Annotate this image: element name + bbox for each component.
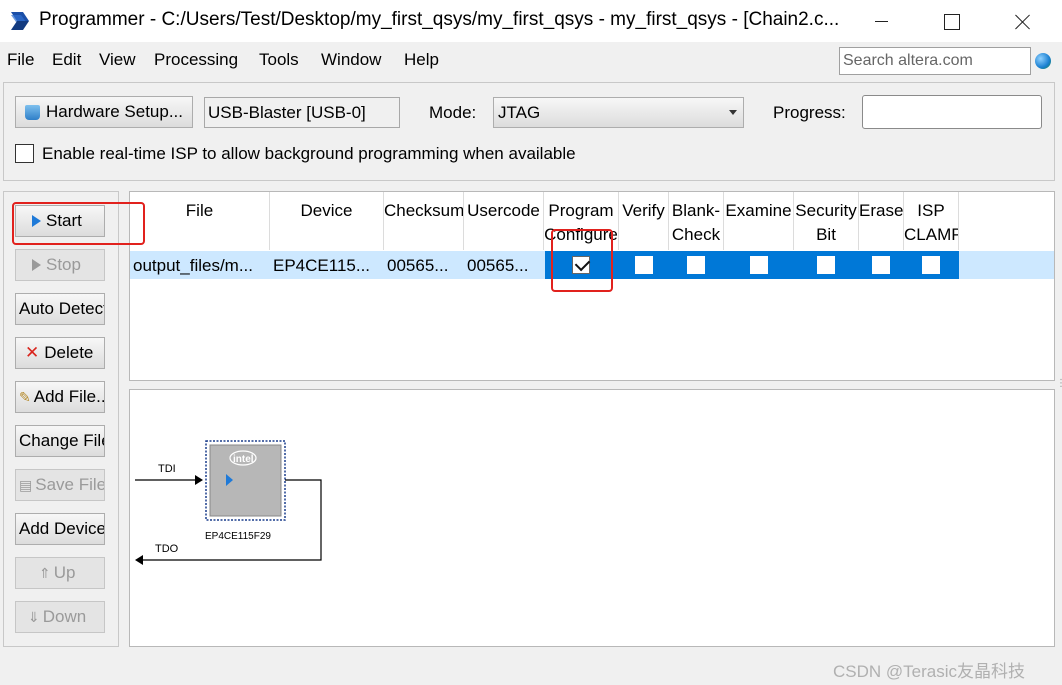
up-button[interactable]: ⇑ Up [15,557,105,589]
change-file-label: Change File... [19,431,104,450]
change-file-button[interactable]: Change File... [15,425,105,457]
globe-icon[interactable] [1035,53,1051,69]
examine-checkbox[interactable] [750,256,768,274]
intel-logo-text: intel [233,454,254,465]
watermark: CSDN @Terasic友晶科技 [833,662,1025,681]
isp-clamp-checkbox[interactable] [922,256,940,274]
hardware-field: USB-Blaster [USB-0] [204,97,400,128]
resize-grip-icon[interactable]: ⋮ [1056,378,1062,389]
save-file-button[interactable]: ▤ Save File [15,469,105,501]
annotation-highlight-start [12,202,145,245]
quartus-programmer-icon [11,12,29,30]
menu-processing[interactable]: Processing [154,50,238,70]
stop-button[interactable]: Stop [15,249,105,281]
erase-checkbox[interactable] [872,256,890,274]
column-blank-check[interactable]: Blank- Check [669,192,724,250]
column-file[interactable]: File [130,192,270,250]
blank-check-checkbox[interactable] [687,256,705,274]
search-input[interactable]: Search altera.com [839,47,1031,75]
verify-checkbox[interactable] [635,256,653,274]
save-file-label: Save File [35,475,105,494]
jtag-chain-diagram: TDI intel EP4CE115F29 TDO [135,440,322,565]
chevron-down-icon [729,110,737,115]
column-security-bit[interactable]: Security Bit [794,192,859,250]
progress-bar [862,95,1042,129]
minimize-button[interactable] [858,6,904,36]
down-label: Down [42,607,87,626]
column-isp-clamp[interactable]: ISP CLAMP [904,192,959,250]
auto-detect-button[interactable]: Auto Detect [15,293,105,325]
isp-checkbox[interactable] [15,144,34,163]
add-file-button[interactable]: ✎ Add File... [15,381,105,413]
progress-label: Progress: [773,103,846,122]
hardware-setup-label: Hardware Setup... [45,102,183,121]
column-erase[interactable]: Erase [859,192,904,250]
column-program-line1: Program [548,201,614,220]
delete-button[interactable]: ✕ Delete [15,337,105,369]
menu-edit[interactable]: Edit [52,50,81,70]
tdi-label: TDI [158,463,176,475]
window-title: Programmer - C:/Users/Test/Desktop/my_fi… [39,9,840,30]
down-button[interactable]: ⇓ Down [15,601,105,633]
title-bar: Programmer - C:/Users/Test/Desktop/my_fi… [0,0,1062,42]
close-button[interactable] [999,6,1045,36]
add-device-label: Add Device... [19,519,105,538]
menu-file[interactable]: File [7,50,34,70]
tdo-arrow-icon [135,555,143,565]
column-usercode[interactable]: Usercode [464,192,544,250]
column-examine[interactable]: Examine [724,192,794,250]
tdi-arrow-icon [195,475,203,485]
column-device[interactable]: Device [270,192,384,250]
isp-label: Enable real-time ISP to allow background… [42,144,576,163]
delete-icon: ✕ [25,343,40,362]
stop-icon [32,259,41,271]
cell-usercode[interactable]: 00565... [467,256,542,276]
column-security-line2: Bit [816,225,836,244]
add-device-button[interactable]: Add Device... [15,513,105,545]
hardware-icon [24,104,40,120]
menu-tools[interactable]: Tools [259,50,299,70]
arrow-down-icon: ⇓ [28,608,40,625]
maximize-button[interactable] [929,6,975,36]
up-label: Up [53,563,76,582]
mode-value: JTAG [498,103,541,122]
column-blank-line1: Blank- [671,201,721,220]
menu-view[interactable]: View [99,50,136,70]
cell-file[interactable]: output_files/m... [133,256,269,276]
annotation-highlight-program [551,229,613,292]
stop-label: Stop [46,255,81,274]
add-file-label: Add File... [33,387,105,406]
column-verify[interactable]: Verify [619,192,669,250]
delete-label: Delete [44,343,94,362]
tdo-label: TDO [155,543,179,555]
cell-device[interactable]: EP4CE115... [273,256,381,276]
menu-window[interactable]: Window [321,50,381,70]
save-icon: ▤ [19,476,33,493]
column-checksum[interactable]: Checksum [384,192,464,250]
mode-select[interactable]: JTAG [493,97,744,128]
cell-checksum[interactable]: 00565... [387,256,462,276]
column-isp-line1: ISP [917,201,945,220]
mode-label: Mode: [429,103,477,122]
auto-detect-label: Auto Detect [19,299,105,318]
arrow-up-icon: ⇑ [39,564,51,581]
device-name-label: EP4CE115F29 [205,531,271,542]
menu-help[interactable]: Help [404,50,439,70]
add-file-icon: ✎ [19,388,31,405]
column-security-line1: Security [795,201,857,220]
security-bit-checkbox[interactable] [817,256,835,274]
column-isp-line2: CLAMP [904,225,959,244]
hardware-setup-button[interactable]: Hardware Setup... [15,96,193,128]
column-blank-line2: Check [671,225,721,244]
